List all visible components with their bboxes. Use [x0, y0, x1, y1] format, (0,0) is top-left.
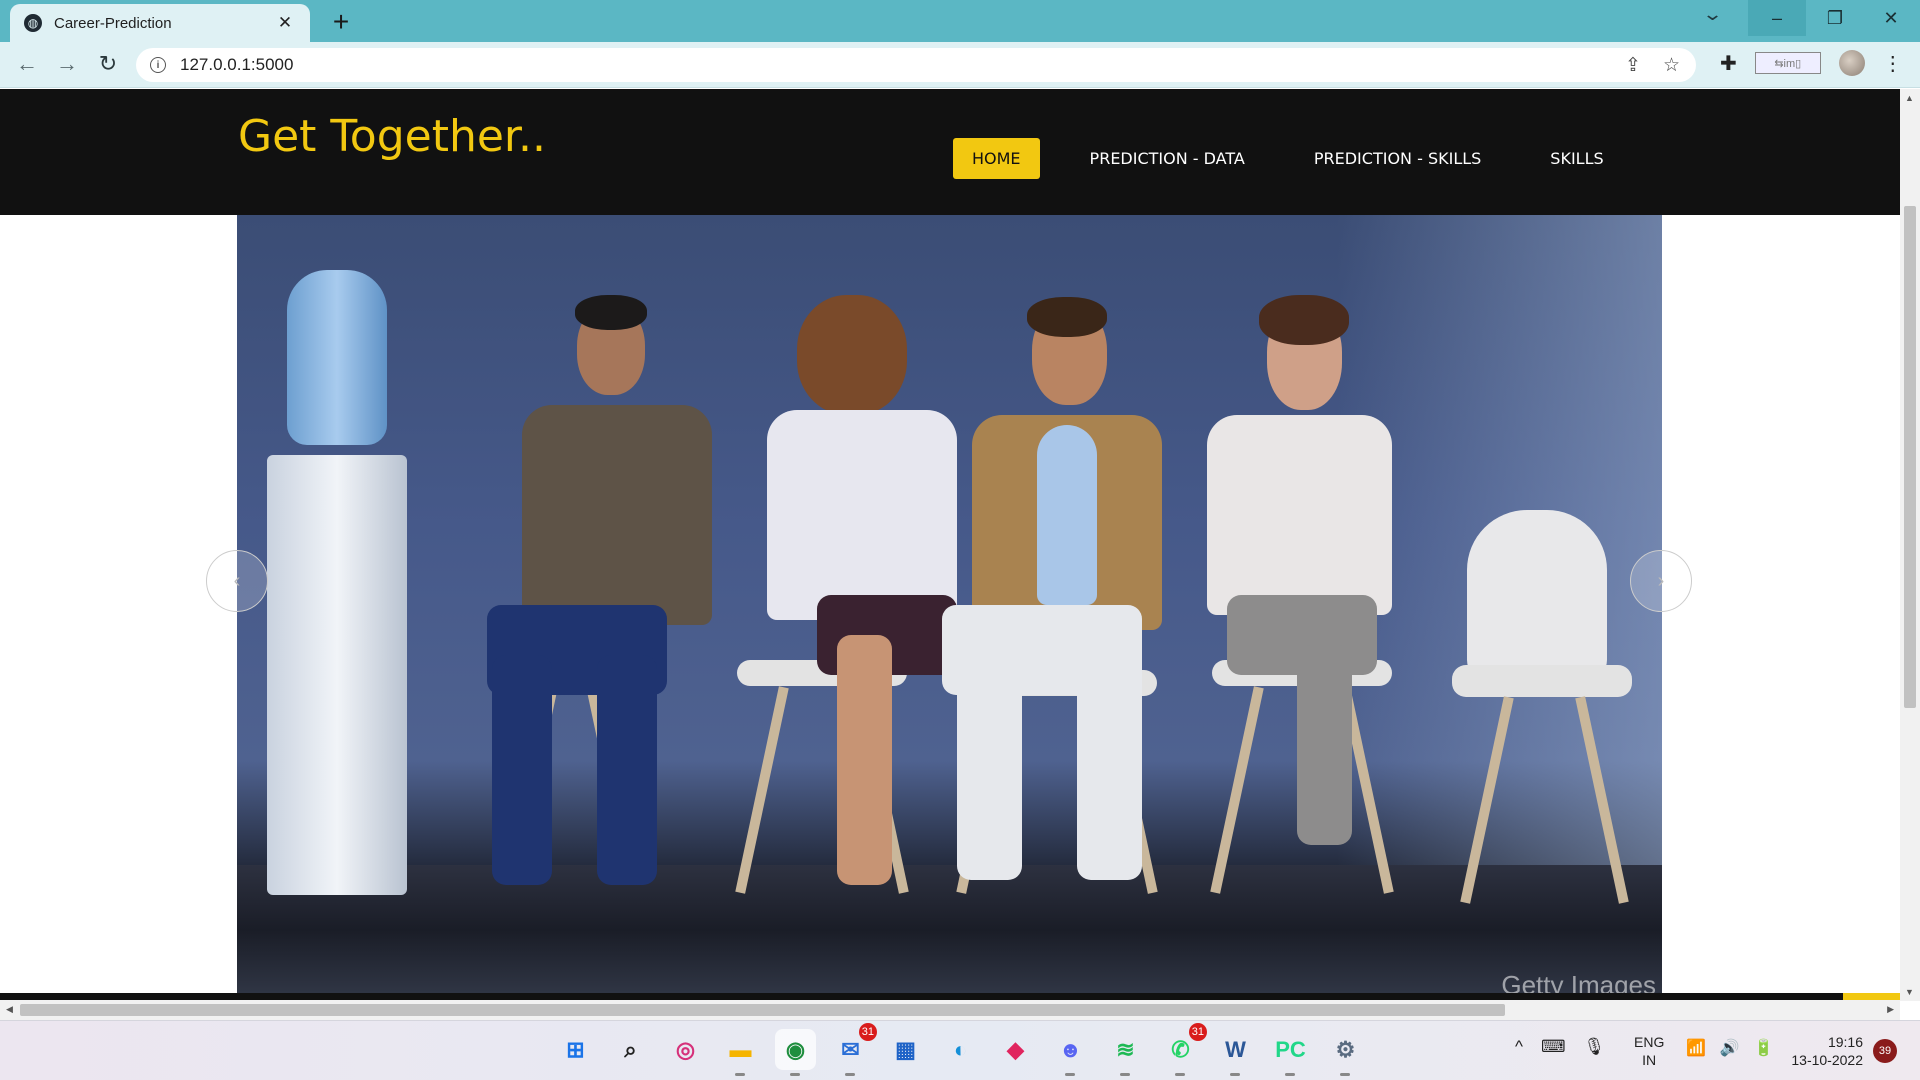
- image-watermark: Getty Images: [1501, 970, 1656, 995]
- mail-icon[interactable]: ✉ 31: [830, 1023, 877, 1076]
- whatsapp-icon-glyph: ✆: [1171, 1036, 1190, 1062]
- browser-tab[interactable]: ◍ Career-Prediction ✕: [10, 4, 310, 42]
- clock-time: 19:16: [1827, 1034, 1863, 1050]
- vertical-scroll-thumb[interactable]: [1904, 206, 1916, 708]
- tray-chevron-icon[interactable]: ^: [1515, 1037, 1523, 1057]
- hero-carousel-image: Getty Images: [237, 215, 1662, 995]
- menu-kebab-icon[interactable]: ⋮: [1883, 51, 1903, 76]
- scroll-down-icon[interactable]: ▼: [1905, 987, 1914, 997]
- carousel-prev-button[interactable]: ‹: [206, 550, 268, 612]
- nav-home[interactable]: HOME: [953, 138, 1040, 179]
- search-icon-glyph: ⌕: [624, 1036, 637, 1062]
- tab-title: Career-Prediction: [54, 14, 172, 32]
- taskbar: ⊞ ⌕ ◎ ▬ ◉ ✉ 31 ▦ ◐ ◆ ☻ ≋ ✆ 31 W PC ⚙ ^ ⌨ 🎙 ENG IN 📶 🔊 🔋 …: [0, 1020, 1920, 1080]
- word-icon-glyph: W: [1225, 1036, 1246, 1062]
- close-tab-icon[interactable]: ✕: [274, 13, 296, 33]
- reload-button[interactable]: ↻: [94, 51, 122, 77]
- mail-icon-glyph: ✉: [841, 1036, 860, 1062]
- water-cooler-bottle: [287, 270, 387, 445]
- media-app-icon-glyph: ◆: [1007, 1036, 1024, 1062]
- region-code: IN: [1642, 1052, 1657, 1068]
- discord-icon-glyph: ☻: [1058, 1036, 1083, 1062]
- chrome-icon[interactable]: ◉: [775, 1029, 816, 1076]
- microphone-icon[interactable]: 🎙: [1584, 1037, 1606, 1057]
- address-bar[interactable]: i 127.0.0.1:5000 ⇪ ☆: [136, 48, 1696, 82]
- wifi-icon: 📶: [1686, 1040, 1706, 1057]
- file-explorer-icon[interactable]: ▬: [720, 1029, 761, 1076]
- scroll-left-icon[interactable]: ◀: [6, 1004, 13, 1015]
- word-icon[interactable]: W: [1215, 1029, 1256, 1076]
- horizontal-scroll-thumb[interactable]: [20, 1004, 1505, 1016]
- footer-accent: [1843, 993, 1900, 1000]
- edge-icon-glyph: ◐: [953, 1036, 968, 1062]
- store-icon-glyph: ▦: [895, 1036, 916, 1062]
- whatsapp-icon[interactable]: ✆ 31: [1160, 1023, 1207, 1076]
- taskbar-apps: ⊞ ⌕ ◎ ▬ ◉ ✉ 31 ▦ ◐ ◆ ☻ ≋ ✆ 31 W PC ⚙: [555, 1023, 1366, 1076]
- instagram-icon-glyph: ◎: [675, 1036, 696, 1062]
- maximize-button[interactable]: ❐: [1806, 0, 1864, 36]
- floor: [237, 865, 1662, 995]
- bookmark-star-icon[interactable]: ☆: [1663, 54, 1680, 77]
- share-icon[interactable]: ⇪: [1625, 54, 1641, 77]
- spotify-icon-glyph: ≋: [1116, 1036, 1135, 1062]
- scroll-up-icon[interactable]: ▲: [1905, 93, 1914, 103]
- site-logo[interactable]: Get Together..: [238, 111, 546, 162]
- site-info-icon[interactable]: i: [150, 57, 166, 73]
- spotify-icon[interactable]: ≋: [1105, 1029, 1146, 1076]
- start-icon-glyph: ⊞: [566, 1036, 585, 1062]
- back-button[interactable]: ←: [13, 51, 41, 77]
- edge-icon[interactable]: ◐: [940, 1029, 981, 1070]
- clock[interactable]: 19:16 13-10-2022: [1783, 1033, 1863, 1069]
- search-icon[interactable]: ⌕: [610, 1029, 651, 1070]
- new-tab-button[interactable]: +: [326, 6, 356, 38]
- nav-prediction-data[interactable]: PREDICTION - DATA: [1071, 138, 1264, 179]
- nav-skills[interactable]: SKILLS: [1531, 138, 1622, 179]
- settings-icon[interactable]: ⚙: [1325, 1029, 1366, 1076]
- settings-icon-glyph: ⚙: [1335, 1036, 1356, 1062]
- language-indicator[interactable]: ENG IN: [1634, 1033, 1664, 1069]
- water-cooler: [267, 455, 407, 895]
- battery-icon: 🔋: [1753, 1040, 1774, 1057]
- extensions-area: ✚ ⇆im▯ ⋮: [1720, 50, 1903, 76]
- profile-avatar[interactable]: [1838, 50, 1865, 76]
- pycharm-icon[interactable]: PC: [1270, 1029, 1311, 1076]
- minimize-button[interactable]: –: [1748, 0, 1806, 36]
- footer-bar: [0, 993, 1900, 1000]
- globe-icon: ◍: [24, 14, 42, 32]
- main-nav: HOME PREDICTION - DATA PREDICTION - SKIL…: [953, 138, 1654, 179]
- language-code: ENG: [1634, 1034, 1665, 1050]
- status-icons[interactable]: 📶 🔊 🔋: [1686, 1038, 1774, 1058]
- discord-icon[interactable]: ☻: [1050, 1029, 1091, 1076]
- url-text[interactable]: 127.0.0.1:5000: [180, 55, 293, 75]
- store-icon[interactable]: ▦: [885, 1029, 926, 1070]
- instagram-icon[interactable]: ◎: [665, 1029, 706, 1070]
- site-header: Get Together.. HOME PREDICTION - DATA PR…: [0, 89, 1900, 215]
- forward-button[interactable]: →: [53, 51, 81, 77]
- file-explorer-icon-glyph: ▬: [729, 1036, 752, 1062]
- browser-toolbar: ← → ↻ i 127.0.0.1:5000 ⇪ ☆: [0, 42, 1920, 88]
- chrome-icon-glyph: ◉: [785, 1036, 806, 1062]
- vertical-scrollbar[interactable]: ▲ ▼: [1900, 89, 1920, 1001]
- pycharm-icon-glyph: PC: [1275, 1036, 1306, 1062]
- clock-date: 13-10-2022: [1791, 1052, 1863, 1068]
- keyboard-icon[interactable]: ⌨: [1541, 1037, 1566, 1057]
- browser-tabstrip: ◍ Career-Prediction ✕ + ⌄ – ❐ ✕: [0, 0, 1920, 42]
- horizontal-scrollbar[interactable]: ◀ ▶: [0, 1000, 1900, 1020]
- nav-prediction-skills[interactable]: PREDICTION - SKILLS: [1295, 138, 1500, 179]
- app-badge: 31: [1188, 1023, 1207, 1041]
- notification-badge[interactable]: 39: [1873, 1039, 1897, 1063]
- scroll-right-icon[interactable]: ▶: [1887, 1004, 1894, 1015]
- tab-search-icon[interactable]: ⌄: [1702, 4, 1723, 25]
- start-icon[interactable]: ⊞: [555, 1029, 596, 1070]
- volume-icon: 🔊: [1719, 1040, 1740, 1057]
- extensions-puzzle-icon[interactable]: ✚: [1720, 51, 1737, 76]
- system-tray: ^ ⌨ 🎙: [1515, 1037, 1605, 1057]
- carousel-next-button[interactable]: ›: [1630, 550, 1692, 612]
- close-window-button[interactable]: ✕: [1862, 0, 1920, 36]
- app-badge: 31: [858, 1023, 877, 1041]
- media-app-icon[interactable]: ◆: [995, 1029, 1036, 1070]
- extension-badge[interactable]: ⇆im▯: [1754, 52, 1821, 74]
